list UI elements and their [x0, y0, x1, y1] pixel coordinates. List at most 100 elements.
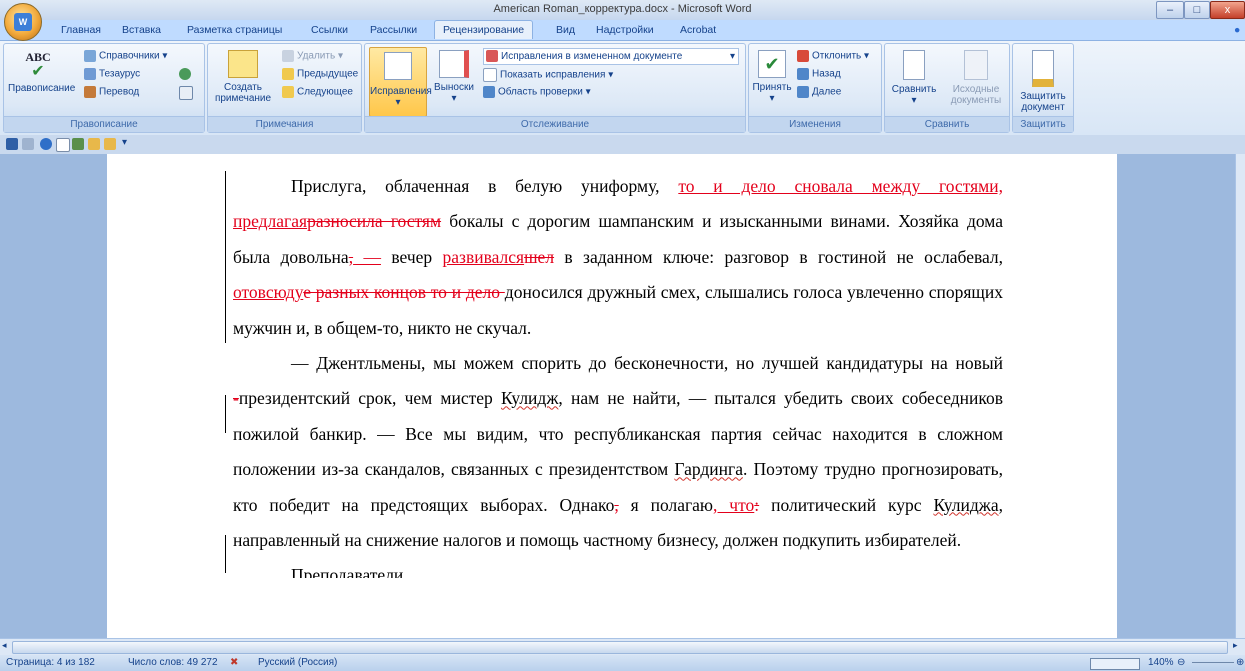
tab-home[interactable]: Главная	[61, 24, 101, 36]
source-documents-icon	[964, 50, 988, 80]
group-label-protect: Защитить	[1013, 116, 1073, 132]
save-icon[interactable]	[6, 138, 18, 150]
comment-icon	[228, 50, 258, 78]
accept-label: Принять	[752, 82, 792, 93]
reject-button[interactable]: Отклонить ▾	[797, 50, 869, 62]
next-comment-icon	[282, 86, 294, 98]
insertion: —	[353, 246, 381, 267]
book-icon	[84, 50, 96, 62]
word-count-button[interactable]	[179, 86, 196, 100]
new-comment-label-1: Создать	[223, 82, 262, 93]
document-page[interactable]: Прислуга, облаченная в белую униформу, т…	[107, 154, 1117, 638]
language-indicator[interactable]: Русский (Россия)	[258, 655, 337, 671]
page-count[interactable]: Страница: 4 из 182	[6, 655, 95, 671]
print-preview-icon[interactable]	[72, 138, 84, 150]
tab-addins[interactable]: Надстройки	[596, 24, 654, 36]
dropdown-icon: ▾	[162, 50, 168, 62]
redo-icon[interactable]	[40, 138, 52, 150]
tab-acrobat[interactable]: Acrobat	[680, 24, 716, 36]
paragraph-3-partial: Преподаватели ...	[291, 565, 421, 579]
group-label-changes: Изменения	[749, 116, 881, 132]
delete-comment-button[interactable]: Удалить ▾	[282, 50, 343, 62]
previous-comment-label: Предыдущее	[297, 68, 359, 80]
spelling-flagged-word: Кулидж	[500, 388, 559, 409]
display-mode-select[interactable]: Исправления в измененном документе ▾	[483, 48, 739, 65]
compare-icon	[903, 50, 925, 80]
protect-label-1: Защитить	[1020, 91, 1066, 102]
protect-document-button[interactable]: Защитить документ	[1015, 50, 1071, 113]
track-changes-icon	[384, 52, 412, 80]
deletion: шел	[524, 246, 555, 267]
tab-references[interactable]: Ссылки	[311, 24, 348, 36]
zoom-in-icon[interactable]: ⊕	[1236, 655, 1244, 671]
balloons-button[interactable]: Выноски ▾	[431, 50, 477, 104]
accept-icon: ✔	[758, 50, 786, 78]
research-label: Справочники	[99, 50, 160, 62]
group-protect: Защитить документ Защитить	[1012, 43, 1074, 133]
translate-icon	[84, 86, 96, 98]
tab-view[interactable]: Вид	[556, 24, 575, 36]
help-icon[interactable]: ●	[1234, 24, 1240, 36]
ribbon-tabs: Главная Вставка Разметка страницы Ссылки…	[0, 20, 1245, 40]
insertion: развивался	[442, 246, 525, 267]
next-comment-button[interactable]: Следующее	[282, 86, 353, 98]
group-tracking: Исправления ▾ Выноски ▾ Исправления в из…	[364, 43, 746, 133]
open-folder-icon[interactable]	[88, 138, 100, 150]
previous-comment-icon	[282, 68, 294, 80]
horizontal-scrollbar[interactable]: ◂ ▸	[0, 638, 1245, 656]
dropdown-icon: ▾	[395, 97, 401, 108]
previous-change-button[interactable]: Назад	[797, 68, 841, 80]
translate-button[interactable]: Перевод	[84, 86, 139, 98]
tab-review[interactable]: Рецензирование	[434, 20, 534, 39]
zoom-out-icon[interactable]: ⊖	[1177, 655, 1185, 671]
minimize-button[interactable]: –	[1156, 1, 1184, 19]
previous-comment-button[interactable]: Предыдущее	[282, 68, 358, 80]
document-text[interactable]: Прислуга, облаченная в белую униформу, т…	[225, 169, 1003, 579]
research-button[interactable]: Справочники ▾	[84, 50, 167, 62]
protect-label-2: документ	[1021, 102, 1065, 113]
source-documents-button[interactable]: Исходные документы	[947, 50, 1005, 106]
zoom-level[interactable]: 140%	[1148, 655, 1174, 671]
horizontal-scroll-thumb[interactable]	[12, 641, 1228, 654]
spelling-button[interactable]: ABC ✔ Правописание	[8, 50, 75, 94]
tab-page-layout[interactable]: Разметка страницы	[187, 24, 282, 36]
reviewing-pane-button[interactable]: Область проверки ▾	[483, 86, 591, 98]
thesaurus-button[interactable]: Тезаурус	[84, 68, 140, 80]
group-label-proofing: Правописание	[4, 116, 204, 132]
accept-button[interactable]: ✔ Принять ▾	[752, 50, 792, 104]
recent-folder-icon[interactable]	[104, 138, 116, 150]
tab-mailings[interactable]: Рассылки	[370, 24, 417, 36]
office-button[interactable]: W	[4, 3, 42, 41]
next-change-button[interactable]: Далее	[797, 86, 841, 98]
new-document-icon[interactable]	[56, 138, 70, 152]
source-documents-label-1: Исходные	[952, 84, 1000, 95]
vertical-scrollbar[interactable]	[1235, 154, 1245, 638]
scroll-right-icon[interactable]: ▸	[1233, 640, 1238, 651]
view-buttons[interactable]	[1090, 658, 1140, 670]
close-button[interactable]: x	[1210, 1, 1245, 19]
source-documents-label-2: документы	[950, 95, 1002, 106]
title-bar: American Roman_корректура.docx - Microso…	[0, 0, 1245, 20]
tab-insert[interactable]: Вставка	[122, 24, 161, 36]
lock-icon	[1032, 50, 1054, 87]
zoom-slider[interactable]	[1192, 662, 1234, 663]
spelling-flagged-word: Кулиджа	[933, 494, 999, 515]
new-comment-button[interactable]: Создать примечание	[213, 50, 273, 104]
track-changes-label: Исправления	[370, 86, 432, 97]
show-markup-button[interactable]: Показать исправления ▾	[483, 68, 613, 82]
deletion: е разных концов то и дело	[303, 282, 505, 303]
next-comment-label: Следующее	[297, 86, 353, 98]
change-bar	[225, 171, 226, 343]
globe-icon	[179, 68, 191, 80]
word-count[interactable]: Число слов: 49 272	[128, 655, 218, 671]
customize-toolbar-icon[interactable]: ▾	[122, 137, 127, 148]
undo-icon[interactable]	[22, 138, 34, 150]
scroll-left-icon[interactable]: ◂	[2, 640, 7, 651]
proofing-errors-icon[interactable]: ✖	[230, 655, 238, 671]
language-button[interactable]	[179, 68, 194, 80]
status-bar: Страница: 4 из 182 Число слов: 49 272 ✖ …	[0, 655, 1245, 671]
maximize-button[interactable]: □	[1184, 1, 1210, 19]
compare-button[interactable]: Сравнить ▾	[889, 50, 939, 106]
thesaurus-label: Тезаурус	[99, 68, 141, 80]
track-changes-button[interactable]: Исправления ▾	[369, 47, 432, 117]
